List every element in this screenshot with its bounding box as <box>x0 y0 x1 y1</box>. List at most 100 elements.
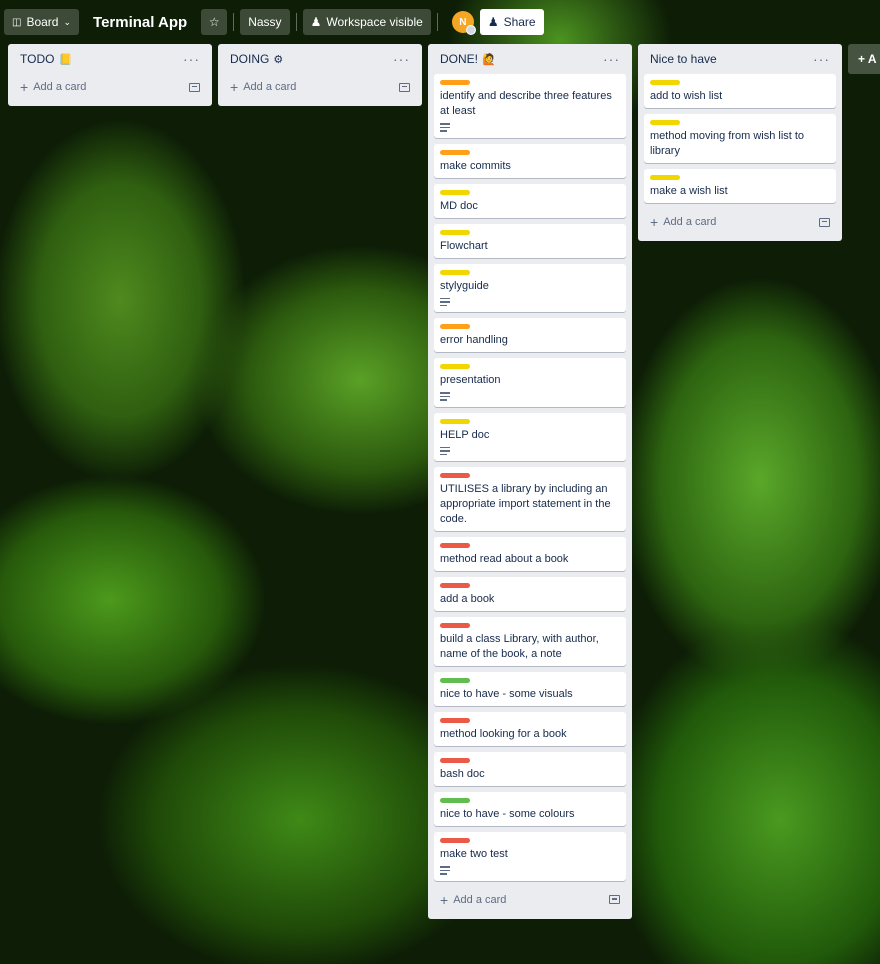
card[interactable]: method moving from wish list to library <box>644 114 836 163</box>
board-view-switcher[interactable]: ◫ Board ⌄ <box>4 9 80 35</box>
card-title: stylyguide <box>440 279 489 292</box>
gear-emoji-icon: ⚙ <box>273 53 284 66</box>
list-title[interactable]: Nice to have <box>650 52 717 66</box>
description-icon <box>440 446 450 455</box>
card-label-red[interactable] <box>440 718 470 723</box>
person-emoji-icon: 🙋 <box>482 53 496 66</box>
card[interactable]: Flowchart <box>434 223 626 258</box>
card-title: HELP doc <box>440 428 490 441</box>
card-label-red[interactable] <box>440 838 470 843</box>
card-label-red[interactable] <box>440 583 470 588</box>
add-card-button[interactable]: + Add a card <box>224 74 416 100</box>
card[interactable]: presentation <box>434 358 626 407</box>
card-title: nice to have - some visuals <box>440 688 573 700</box>
template-icon[interactable] <box>399 82 410 92</box>
card-label-yellow[interactable] <box>440 418 470 424</box>
card[interactable]: MD doc <box>434 183 626 218</box>
card-label-red[interactable] <box>440 623 470 628</box>
card[interactable]: make a wish list <box>644 169 836 203</box>
list-header: DOING ⚙ ··· <box>224 44 416 74</box>
add-card-label: Add a card <box>453 893 507 906</box>
plus-icon: + <box>440 891 449 908</box>
template-icon[interactable] <box>189 82 200 92</box>
admin-badge-icon <box>465 25 476 35</box>
card-title: identify and describe three features at … <box>440 90 612 117</box>
list-title[interactable]: TODO 📒 <box>20 52 72 66</box>
card-label-yellow[interactable] <box>650 120 680 125</box>
card-label-green[interactable] <box>440 798 470 803</box>
card-label-yellow[interactable] <box>440 269 470 275</box>
card-label-orange[interactable] <box>440 324 470 329</box>
list-title[interactable]: DOING ⚙ <box>230 52 283 66</box>
board-title[interactable]: Terminal App <box>85 14 195 31</box>
card[interactable]: add a book <box>434 577 626 611</box>
star-button[interactable]: ☆ <box>201 9 228 35</box>
template-icon[interactable] <box>819 217 830 227</box>
card-label-yellow[interactable] <box>440 364 470 369</box>
add-card-label: Add a card <box>33 81 87 93</box>
card[interactable]: build a class Library, with author, name… <box>434 617 626 666</box>
card[interactable]: make two test <box>434 832 626 881</box>
add-card-button[interactable]: + Add a card <box>434 887 626 913</box>
card-label-orange[interactable] <box>440 80 470 85</box>
list-title-text: DONE! <box>440 52 479 66</box>
card-label-green[interactable] <box>440 678 470 683</box>
people-icon: ♟ <box>310 15 322 29</box>
description-icon <box>440 866 450 875</box>
add-card-label: Add a card <box>243 81 297 93</box>
template-icon[interactable] <box>609 895 620 904</box>
star-icon: ☆ <box>208 15 220 29</box>
board-view-icon: ◫ <box>12 16 22 28</box>
card-label-red[interactable] <box>440 543 470 548</box>
card[interactable]: method read about a book <box>434 537 626 571</box>
description-icon <box>440 297 450 306</box>
list-title[interactable]: DONE! 🙋 <box>440 52 496 66</box>
list-4: Nice to have ··· add to wish list method mo… <box>638 44 842 241</box>
list-header: DONE! 🙋 ··· <box>434 44 626 74</box>
card[interactable]: stylyguide <box>434 263 626 312</box>
card-title: add a book <box>440 593 495 605</box>
card-label-yellow[interactable] <box>440 229 470 235</box>
list-menu-icon[interactable]: ··· <box>393 52 410 66</box>
plus-icon: + <box>230 79 239 95</box>
divider <box>233 13 235 31</box>
card[interactable]: identify and describe three features at … <box>434 74 626 138</box>
card-label-red[interactable] <box>440 473 470 478</box>
card-label-yellow[interactable] <box>650 175 680 180</box>
list-header: TODO 📒 ··· <box>14 44 206 74</box>
workspace-button[interactable]: Nassy <box>240 9 290 35</box>
list-title-text: TODO <box>20 52 55 66</box>
card[interactable]: error handling <box>434 318 626 352</box>
list-menu-icon[interactable]: ··· <box>183 52 200 66</box>
add-list-button[interactable]: + A <box>848 44 880 74</box>
card[interactable]: bash doc <box>434 752 626 786</box>
card-label-yellow[interactable] <box>440 189 470 195</box>
card-label-orange[interactable] <box>440 149 470 155</box>
add-card-button[interactable]: + Add a card <box>14 74 206 100</box>
card-title: make two test <box>440 848 508 860</box>
card[interactable]: nice to have - some colours <box>434 792 626 826</box>
card-label-yellow[interactable] <box>650 80 680 85</box>
card[interactable]: make commits <box>434 143 626 178</box>
visibility-button[interactable]: ♟ Workspace visible <box>302 9 431 35</box>
divider <box>295 13 297 31</box>
share-button[interactable]: ♟ Share <box>479 9 544 35</box>
card[interactable]: nice to have - some visuals <box>434 672 626 706</box>
divider <box>436 13 438 31</box>
list-menu-icon[interactable]: ··· <box>813 52 830 66</box>
list-menu-icon[interactable]: ··· <box>603 52 620 66</box>
add-card-button[interactable]: + Add a card <box>644 209 836 235</box>
add-person-icon: ♟ <box>487 15 499 29</box>
list-header: Nice to have ··· <box>644 44 836 74</box>
card[interactable]: method looking for a book <box>434 712 626 746</box>
card-title: make a wish list <box>650 185 728 197</box>
card[interactable]: UTILISES a library by including an appro… <box>434 467 626 531</box>
card[interactable]: add to wish list <box>644 74 836 108</box>
description-icon <box>440 123 450 132</box>
card-title: bash doc <box>440 768 485 780</box>
card-title: Flowchart <box>440 239 488 252</box>
member-avatar[interactable]: N <box>451 11 476 35</box>
list-1: TODO 📒 ··· + Add a card <box>8 44 212 106</box>
card-label-red[interactable] <box>440 758 470 763</box>
card[interactable]: HELP doc <box>434 412 626 461</box>
